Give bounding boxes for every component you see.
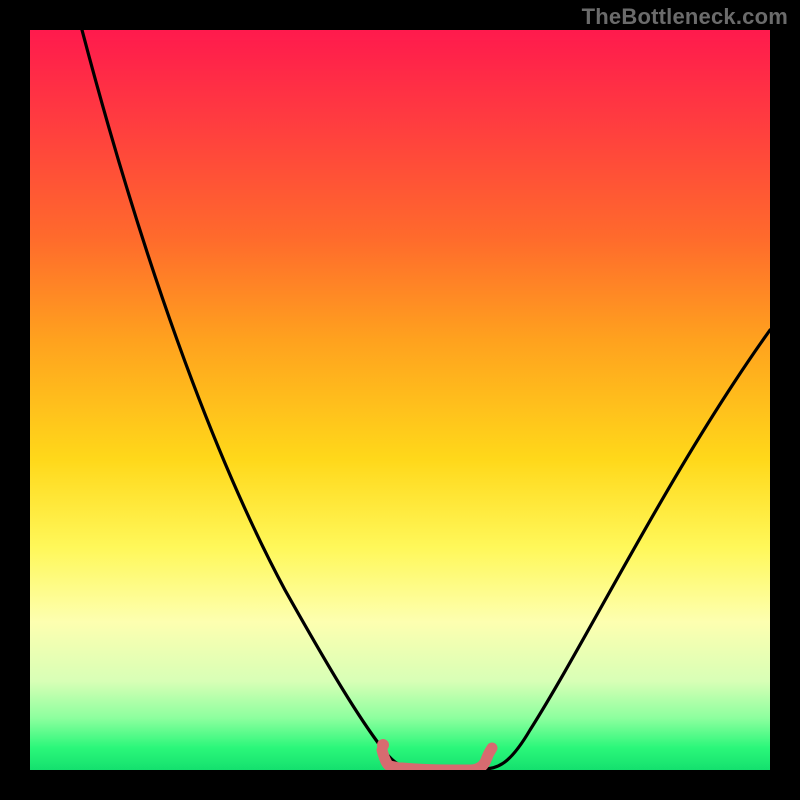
bottleneck-curve bbox=[82, 30, 770, 769]
chart-frame: TheBottleneck.com bbox=[0, 0, 800, 800]
optimal-range-dot-icon bbox=[377, 739, 389, 751]
optimal-range-squiggle bbox=[382, 748, 492, 770]
watermark-text: TheBottleneck.com bbox=[582, 4, 788, 30]
plot-area bbox=[30, 30, 770, 770]
curve-layer bbox=[30, 30, 770, 770]
